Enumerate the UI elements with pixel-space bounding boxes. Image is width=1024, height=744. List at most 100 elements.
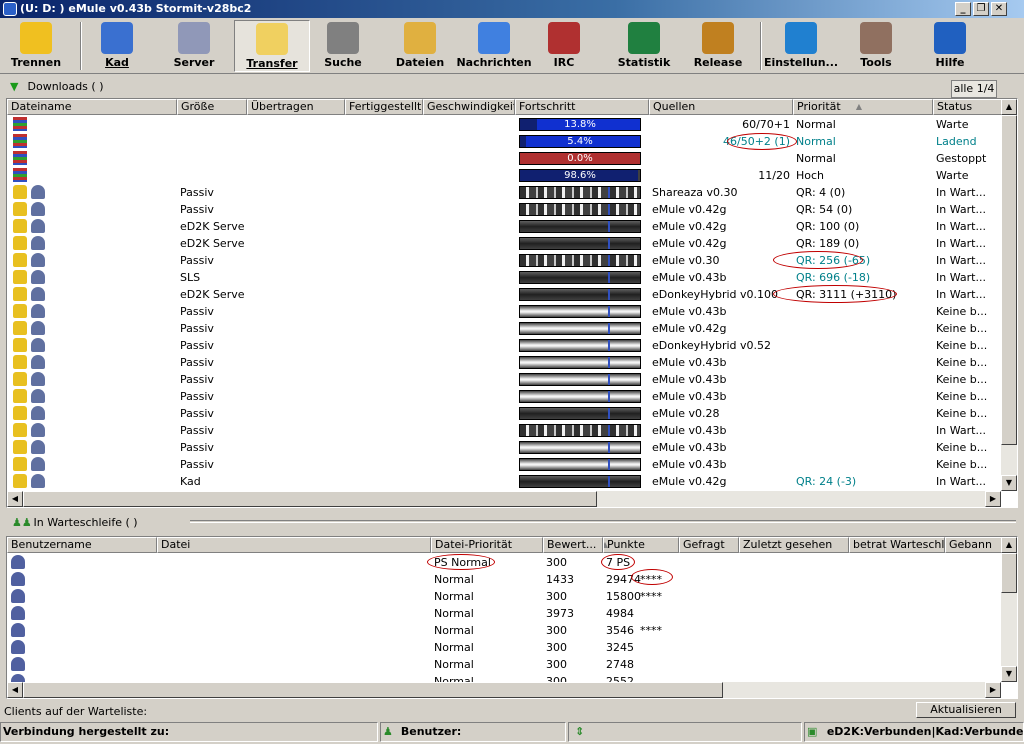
download-file-row[interactable]: 0.0% Normal Gestoppt [7,150,997,167]
user-client-icon [31,304,45,318]
scroll-up-button[interactable]: ▲ [1001,99,1017,115]
scroll-down-button[interactable]: ▼ [1001,475,1017,491]
queue-row[interactable]: Normal 300 3546 **** [7,622,997,639]
rating-cell: 300 [546,658,567,671]
size-cell [180,150,244,167]
download-source-row[interactable]: Passiv eMule v0.28 Keine b... [7,405,997,422]
column-header-punkte[interactable]: Punkte ▲ [603,537,679,553]
column-header-status[interactable]: Status [933,99,1003,115]
download-source-row[interactable]: Passiv eMule v0.43b Keine b... [7,439,997,456]
download-source-row[interactable]: Passiv eMule v0.42g QR: 54 (0) In Wart... [7,201,997,218]
column-header-zuletzt-gesehen[interactable]: Zuletzt gesehen [739,537,849,553]
size-cell: Passiv [180,407,214,420]
download-file-row[interactable]: 98.6% 11/20 Hoch Warte [7,167,997,184]
column-header-priorit-t[interactable]: Priorität ▲ [793,99,933,115]
toolbar-hilfe-button[interactable]: Hilfe [914,20,986,72]
hscroll-thumb[interactable] [23,491,597,507]
toolbar-irc-button[interactable]: IRC [534,20,594,72]
download-source-row[interactable]: eD2K Server eDonkeyHybrid v0.100 QR: 3111 … [7,285,997,303]
queue-horizontal-scrollbar[interactable]: ◀ ▶ [7,682,1001,698]
toolbar-label: Einstellun... [763,56,839,69]
toolbar-kad-button[interactable]: Kad [88,20,146,72]
column-header-fertiggestellt[interactable]: Fertiggestellt [345,99,423,115]
scroll-right-button[interactable]: ▶ [985,491,1001,507]
downloads-list[interactable]: Dateiname Größe Übertragen Fertiggestellt Ge… [6,98,1018,508]
restore-button[interactable]: ❐ [973,2,989,16]
column-header-gebann[interactable]: Gebann [945,537,1003,553]
category-tab-all[interactable]: alle 1/4 [951,80,997,98]
client-lock-icon [13,253,27,267]
column-header-betrat-warteschl[interactable]: betrat Warteschl... [849,537,945,553]
toolbar-suche-button[interactable]: Suche [310,20,376,72]
download-source-row[interactable]: SLS eMule v0.43b QR: 696 (-18) In Wart... [7,269,997,286]
download-source-row[interactable]: Passiv eMule v0.43b Keine b... [7,456,997,473]
column-header-datei[interactable]: Datei [157,537,431,553]
column-header--bertragen[interactable]: Übertragen [247,99,345,115]
download-source-row[interactable]: Passiv eMule v0.43b In Wart... [7,422,997,439]
toolbar-label: Suche [324,56,362,69]
download-source-row[interactable]: Passiv eMule v0.43b Keine b... [7,388,997,405]
client-version-cell: eMule v0.28 [652,407,720,420]
queue-row[interactable]: Normal 300 3245 [7,639,997,656]
toolbar-statistik-button[interactable]: Statistik [604,20,684,72]
toolbar-server-button[interactable]: Server [164,20,224,72]
column-header-dateiname[interactable]: Dateiname [7,99,177,115]
queue-rank-cell: QR: 24 (-3) [796,475,857,488]
title-bar[interactable]: (U: D: ) eMule v0.43b Stormit-v28bc2 _ ❐… [0,0,1024,18]
minimize-button[interactable]: _ [955,2,971,16]
queue-scroll-thumb[interactable] [1001,553,1017,593]
download-file-row[interactable]: 5.4% 46/50+2 (1) Normal Ladend [7,133,997,150]
column-header-benutzername[interactable]: Benutzername [7,537,157,553]
toolbar-trennen-button[interactable]: Trennen [4,20,68,72]
user-client-icon [31,338,45,352]
client-lock-icon [13,270,27,284]
toolbar-transfer-button[interactable]: Transfer [234,20,310,72]
progress-marker [608,272,610,283]
download-source-row[interactable]: Passiv eMule v0.43b Keine b... [7,371,997,388]
queue-scroll-up-button[interactable]: ▲ [1001,537,1017,553]
column-header-geschwindigkeit[interactable]: Geschwindigkeit [423,99,515,115]
queue-hscroll-thumb[interactable] [23,682,723,698]
progress-bar [519,237,641,250]
download-source-row[interactable]: Passiv eDonkeyHybrid v0.52 Keine b... [7,337,997,354]
toolbar-tools-button[interactable]: Tools [844,20,908,72]
download-source-row[interactable]: Passiv eMule v0.43b Keine b... [7,354,997,371]
scroll-thumb[interactable] [1001,115,1017,445]
download-source-row[interactable]: eD2K Server eMule v0.42g QR: 189 (0) In War… [7,235,997,252]
progress-percent-label: 13.8% [564,119,596,130]
queue-row[interactable]: Normal 300 15800 **** [7,588,997,605]
column-header-fortschritt[interactable]: Fortschritt [515,99,649,115]
queue-vertical-scrollbar[interactable]: ▲ ▼ [1001,537,1017,682]
column-header-quellen[interactable]: Quellen [649,99,793,115]
download-source-row[interactable]: eD2K Server eMule v0.42g QR: 100 (0) In War… [7,218,997,235]
queue-row[interactable]: Normal 3973 4984 [7,605,997,622]
download-source-row[interactable]: Kad eMule v0.42g QR: 24 (-3) In Wart... [7,473,997,490]
column-header-gefragt[interactable]: Gefragt [679,537,739,553]
queue-scroll-left-button[interactable]: ◀ [7,682,23,698]
close-button[interactable]: ✕ [991,2,1007,16]
queue-scroll-right-button[interactable]: ▶ [985,682,1001,698]
download-source-row[interactable]: Passiv eMule v0.43b Keine b... [7,303,997,320]
toolbar-einstellun-button[interactable]: Einstellun... [762,20,840,72]
download-source-row[interactable]: Passiv Shareaza v0.30 QR: 4 (0) In Wart... [7,184,997,201]
downloads-vertical-scrollbar[interactable]: ▲ ▼ [1001,99,1017,491]
scroll-left-button[interactable]: ◀ [7,491,23,507]
queue-row[interactable]: Normal 300 2748 [7,656,997,673]
download-source-row[interactable]: Passiv eMule v0.42g Keine b... [7,320,997,337]
toolbar-release-button[interactable]: Release [684,20,752,72]
upload-queue-list[interactable]: Benutzername Datei Datei-Priorität Bewert..… [6,536,1018,699]
column-header-datei-priorit-t[interactable]: Datei-Priorität [431,537,543,553]
column-header-gr-e[interactable]: Größe [177,99,247,115]
progress-marker [608,408,610,419]
refresh-button[interactable]: Aktualisieren [916,702,1016,718]
queue-row[interactable]: PS Normal 300 7 PS [7,554,997,571]
download-source-row[interactable]: Passiv eMule v0.30 QR: 256 (-65) In Wart... [7,251,997,269]
users-queue-icon: ♟♟ [12,516,32,529]
download-file-row[interactable]: 13.8% 60/70+1 Normal Warte [7,116,997,133]
queue-row[interactable]: Normal 1433 29474 **** [7,569,997,588]
downloads-horizontal-scrollbar[interactable]: ◀ ▶ [7,491,1001,507]
column-header-bewert[interactable]: Bewert... [543,537,603,553]
toolbar-nachrichten-button[interactable]: Nachrichten [456,20,532,72]
queue-scroll-down-button[interactable]: ▼ [1001,666,1017,682]
toolbar-dateien-button[interactable]: Dateien [388,20,452,72]
